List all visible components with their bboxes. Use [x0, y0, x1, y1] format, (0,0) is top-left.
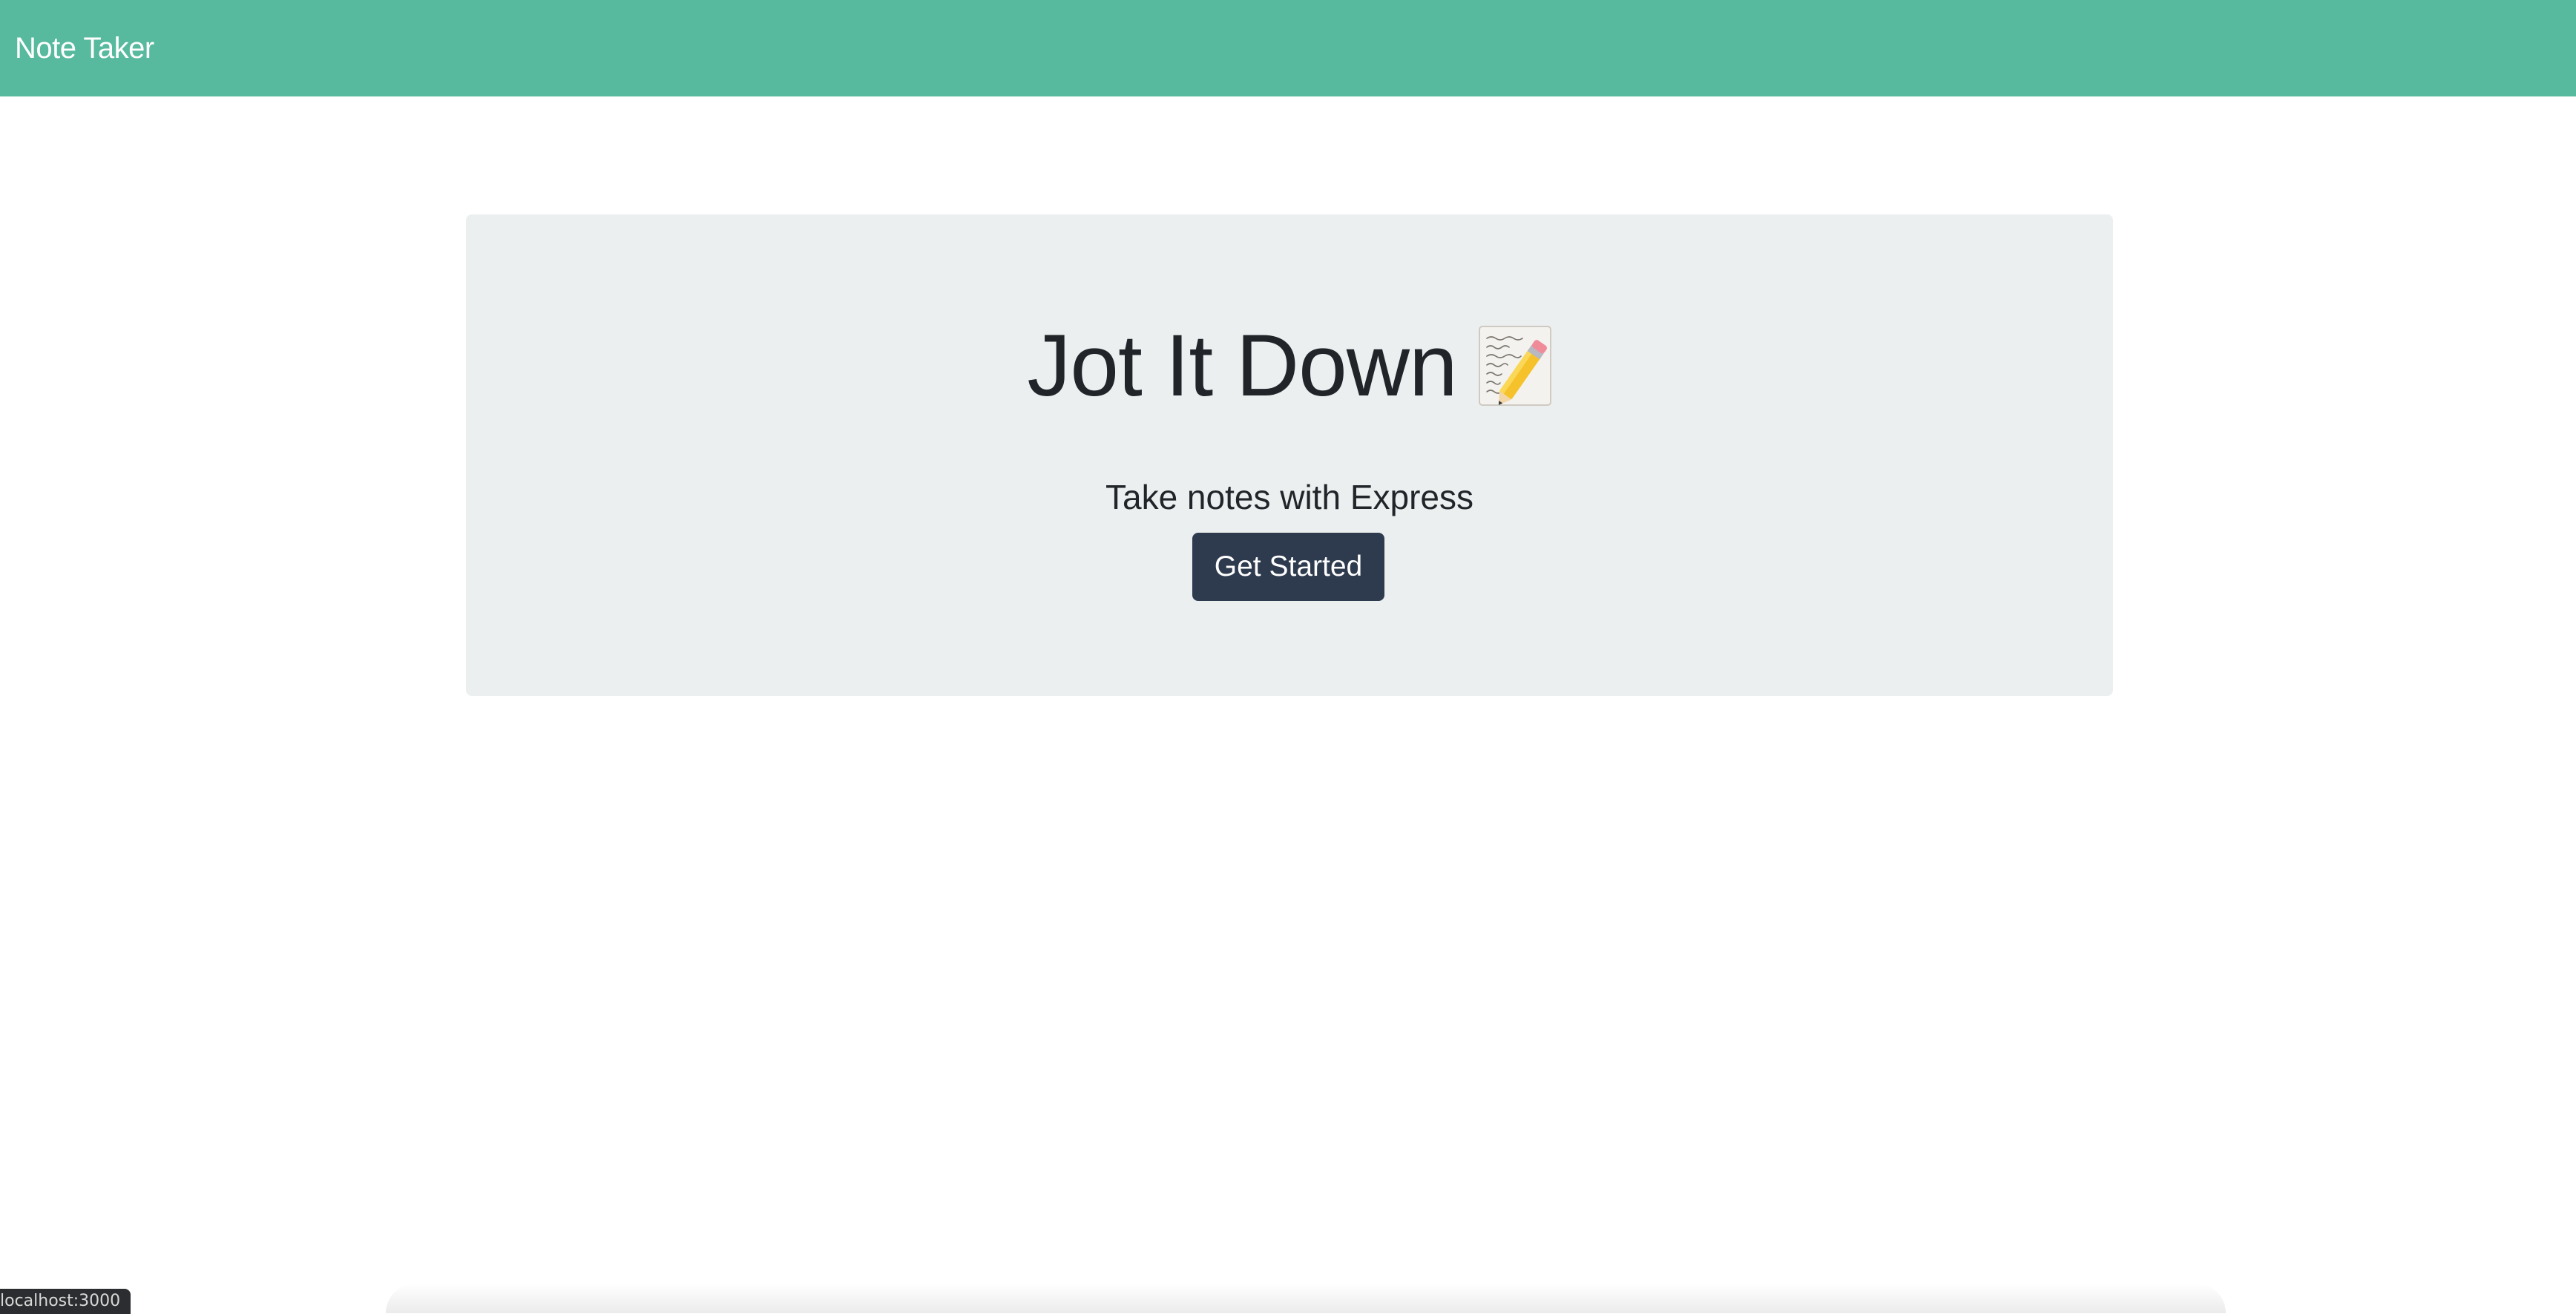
hero-subtitle: Take notes with Express	[1105, 478, 1473, 516]
navbar: Note Taker	[0, 0, 2576, 96]
memo-icon	[1478, 325, 1552, 407]
hero-jumbotron: Jot It Down Take notes with Express Get …	[466, 214, 2113, 696]
get-started-button[interactable]: Get Started	[1192, 533, 1384, 601]
hero-title: Jot It Down	[1027, 317, 1457, 415]
brand-link[interactable]: Note Taker	[15, 32, 154, 65]
hero-title-row: Jot It Down	[466, 320, 2113, 412]
bottom-shadow	[386, 1284, 2226, 1313]
